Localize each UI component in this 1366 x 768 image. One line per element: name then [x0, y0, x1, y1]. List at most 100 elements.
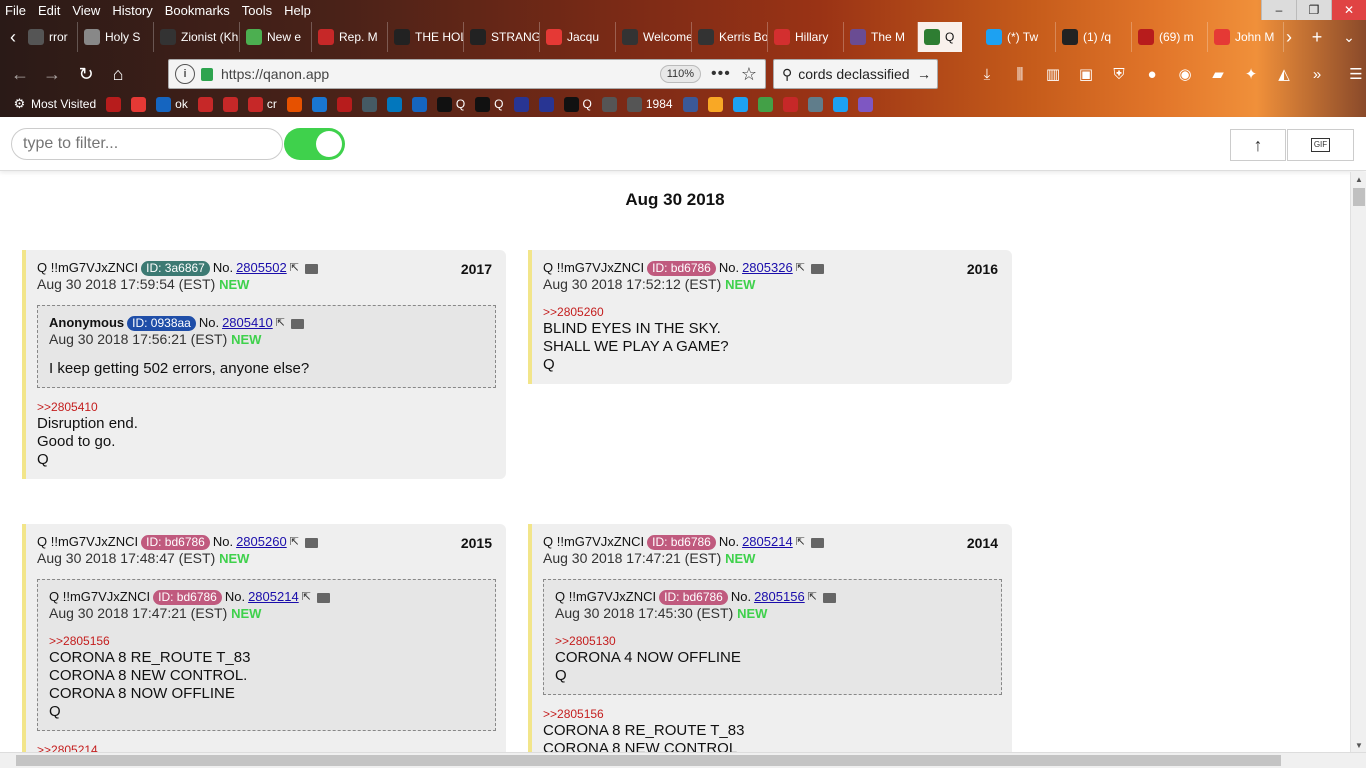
bookmark-item[interactable] — [222, 96, 238, 112]
scrollbar-thumb[interactable] — [1353, 188, 1365, 206]
gif-button[interactable]: GIF — [1287, 129, 1354, 161]
bookmark-item[interactable]: ok — [156, 96, 188, 112]
reply-link[interactable]: >>2805214 — [37, 743, 496, 752]
extension-icon[interactable]: ● — [1140, 60, 1164, 88]
url-bar[interactable]: i https://qanon.app 110% ••• ☆ — [168, 59, 766, 89]
browser-tab[interactable]: Holy S — [78, 22, 154, 52]
bookmark-star-icon[interactable]: ☆ — [741, 64, 757, 85]
folder-icon[interactable] — [822, 593, 836, 603]
menu-help[interactable]: Help — [284, 3, 311, 18]
post-number-link[interactable]: 2805156 — [754, 589, 805, 605]
browser-tab[interactable]: (*) Tw — [980, 22, 1056, 52]
scroll-top-button[interactable]: ↑ — [1230, 129, 1286, 161]
external-link-icon[interactable]: ⇱ — [290, 534, 299, 550]
reply-link[interactable]: >>2805156 — [543, 707, 1002, 722]
menu-tools[interactable]: Tools — [242, 3, 272, 18]
minimize-button[interactable]: – — [1261, 0, 1296, 20]
extension-icon[interactable]: ▰ — [1206, 60, 1230, 88]
external-link-icon[interactable]: ⇱ — [276, 315, 285, 331]
browser-tab[interactable]: Hillary — [768, 22, 844, 52]
folder-icon[interactable] — [290, 319, 304, 329]
folder-icon[interactable] — [810, 538, 824, 548]
bookmark-item[interactable] — [707, 96, 723, 112]
bookmark-item[interactable] — [386, 96, 402, 112]
forward-icon[interactable]: → — [38, 60, 66, 88]
bookmark-item[interactable] — [682, 96, 698, 112]
folder-icon[interactable] — [316, 593, 330, 603]
bookmark-item[interactable] — [832, 96, 848, 112]
reply-link[interactable]: >>2805410 — [37, 400, 496, 415]
maximize-button[interactable]: ❐ — [1296, 0, 1331, 20]
bookmark-item[interactable] — [782, 96, 798, 112]
folder-icon[interactable] — [304, 538, 318, 548]
post-number-link[interactable]: 2805502 — [236, 260, 287, 276]
home-icon[interactable]: ⌂ — [104, 60, 132, 88]
external-link-icon[interactable]: ⇱ — [302, 589, 311, 605]
bookmark-item[interactable]: Q — [436, 96, 465, 112]
extension-icon[interactable]: ✦ — [1239, 60, 1263, 88]
post-id-badge[interactable]: ID: bd6786 — [153, 589, 222, 605]
horizontal-scrollbar[interactable] — [0, 752, 1366, 768]
browser-tab[interactable]: rror — [22, 22, 78, 52]
bookmark-item[interactable] — [807, 96, 823, 112]
post-number-link[interactable]: 2805326 — [742, 260, 793, 276]
bookmark-item[interactable] — [732, 96, 748, 112]
url-text[interactable]: https://qanon.app — [221, 66, 660, 82]
close-window-button[interactable]: ✕ — [1331, 0, 1366, 20]
sidebar-icon[interactable]: ▥ — [1041, 60, 1065, 88]
external-link-icon[interactable]: ⇱ — [808, 589, 817, 605]
browser-tab[interactable]: (1) /q — [1056, 22, 1132, 52]
bookmark-item[interactable] — [757, 96, 773, 112]
new-tab-icon[interactable]: + — [1306, 22, 1328, 52]
browser-tab[interactable]: THE HOLC — [388, 22, 464, 52]
extension-icon[interactable]: ◭ — [1272, 60, 1296, 88]
site-info-icon[interactable]: i — [175, 64, 195, 84]
post-number-link[interactable]: 2805214 — [742, 534, 793, 550]
browser-tab[interactable]: New e — [240, 22, 312, 52]
filter-toggle[interactable] — [284, 128, 345, 160]
extension-icon[interactable]: ▣ — [1074, 60, 1098, 88]
menu-file[interactable]: File — [5, 3, 26, 18]
search-go-icon[interactable]: → — [917, 66, 931, 82]
browser-tab[interactable]: John M — [1208, 22, 1284, 52]
bookmark-item[interactable]: 1984 — [626, 96, 673, 112]
bookmark-item[interactable] — [106, 96, 122, 112]
browser-tab[interactable]: The M — [844, 22, 918, 52]
zoom-indicator[interactable]: 110% — [659, 65, 702, 83]
browser-tab[interactable]: (69) m — [1132, 22, 1208, 52]
bookmark-most-visited[interactable]: ⚙ Most Visited — [12, 96, 96, 112]
scroll-down-icon[interactable]: ▼ — [1351, 738, 1366, 752]
post-id-badge[interactable]: ID: bd6786 — [141, 534, 210, 550]
scroll-up-icon[interactable]: ▲ — [1351, 172, 1366, 186]
external-link-icon[interactable]: ⇱ — [796, 260, 805, 276]
vertical-scrollbar[interactable]: ▲ ▼ — [1350, 172, 1366, 752]
hamburger-menu-icon[interactable]: ☰ — [1344, 60, 1366, 88]
bookmark-item[interactable]: Q — [475, 96, 504, 112]
browser-tab[interactable]: Q✕ — [918, 22, 962, 52]
post-id-badge[interactable]: ID: bd6786 — [647, 534, 716, 550]
reply-link[interactable]: >>2805156 — [49, 634, 484, 649]
library-icon[interactable]: ⫼ — [1008, 60, 1032, 88]
bookmark-item[interactable] — [336, 96, 352, 112]
external-link-icon[interactable]: ⇱ — [290, 260, 299, 276]
bookmark-item[interactable] — [411, 96, 427, 112]
bookmark-item[interactable] — [538, 96, 554, 112]
tab-scroll-left-icon[interactable]: ‹ — [2, 22, 24, 52]
bookmark-item[interactable] — [361, 96, 377, 112]
post-id-badge[interactable]: ID: bd6786 — [659, 589, 728, 605]
browser-tab[interactable]: Jacqu — [540, 22, 616, 52]
bookmark-item[interactable] — [131, 96, 147, 112]
menu-bookmarks[interactable]: Bookmarks — [165, 3, 230, 18]
bookmark-item[interactable] — [197, 96, 213, 112]
browser-tab[interactable]: STRANGEF — [464, 22, 540, 52]
bookmark-item[interactable] — [857, 96, 873, 112]
browser-tab[interactable]: Welcome — [616, 22, 692, 52]
browser-tab[interactable]: Zionist (Kh — [154, 22, 240, 52]
post-id-badge[interactable]: ID: 3a6867 — [141, 260, 210, 276]
tab-close-icon[interactable]: ✕ — [959, 30, 961, 44]
menu-history[interactable]: History — [112, 3, 152, 18]
bookmark-item[interactable] — [601, 96, 617, 112]
menu-edit[interactable]: Edit — [38, 3, 60, 18]
overflow-icon[interactable]: » — [1305, 60, 1329, 88]
extension-icon[interactable]: ◉ — [1173, 60, 1197, 88]
